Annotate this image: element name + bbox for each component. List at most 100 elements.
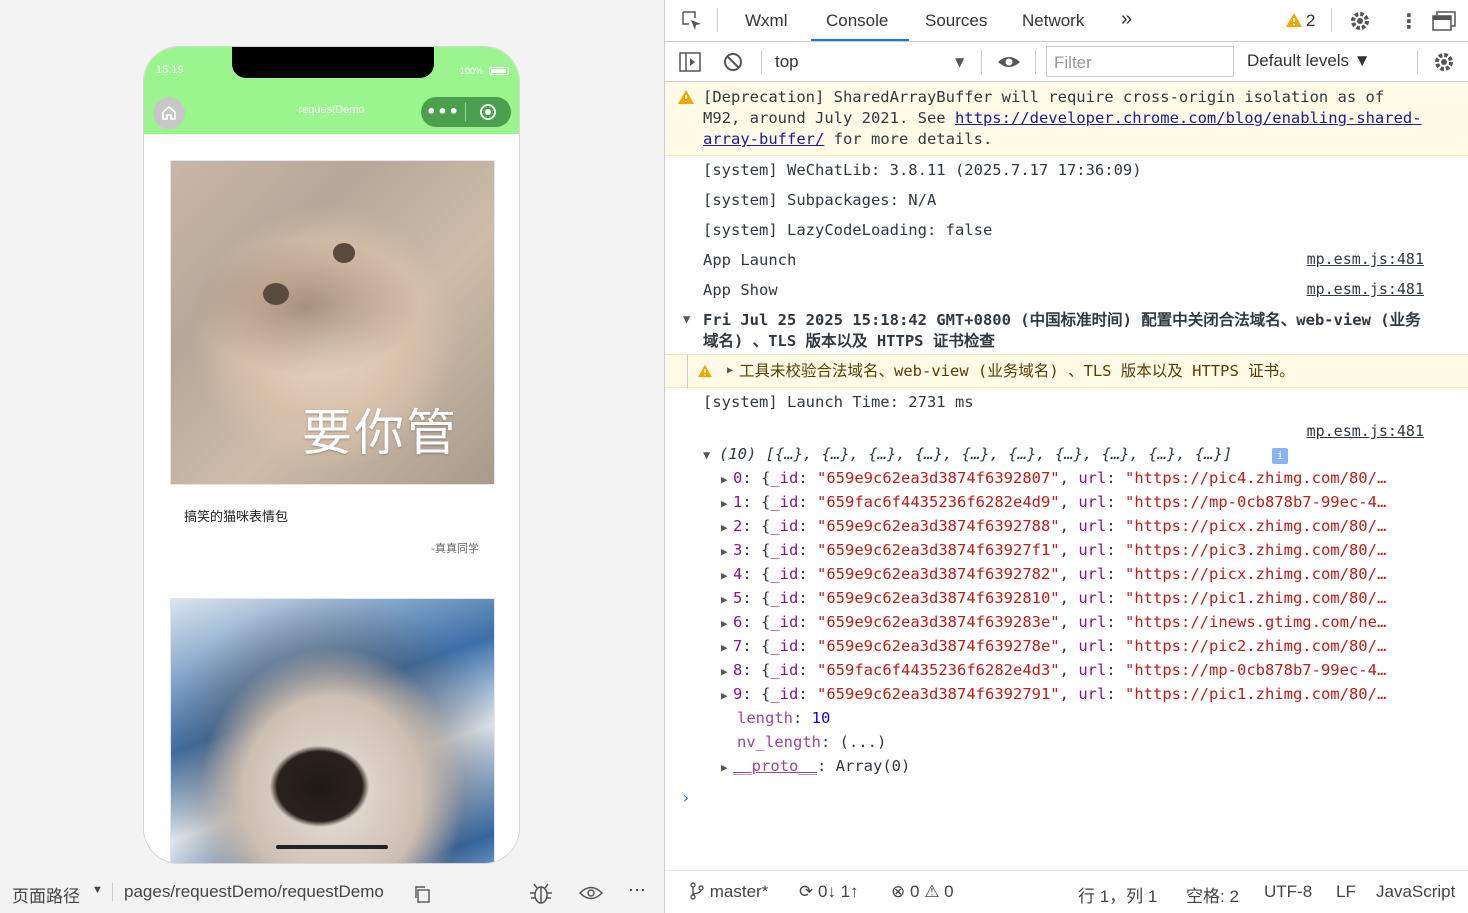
array-item-row[interactable]: ▶ 3: {_id: "659e9c62ea3d3874f63927f1", ur… <box>721 541 1468 559</box>
item-id: "659e9c62ea3d3874f6392791" <box>817 685 1060 703</box>
array-item-row[interactable]: ▶ 0: {_id: "659e9c62ea3d3874f6392807", ur… <box>721 469 1468 487</box>
warning-icon[interactable] <box>1285 12 1303 32</box>
error-icon: ⊗ <box>891 882 906 901</box>
tab-sources[interactable]: Sources <box>925 11 987 31</box>
item-url-key: url <box>1078 613 1107 631</box>
expand-triangle-icon[interactable]: ▶ <box>721 593 733 606</box>
array-item-row[interactable]: ▶ 2: {_id: "659e9c62ea3d3874f6392788", ur… <box>721 517 1468 535</box>
image-caption: 要你管 <box>302 404 458 462</box>
filter-input[interactable]: Filter <box>1046 46 1234 77</box>
array-prop-row[interactable]: ▶ __proto__: Array(0) <box>721 757 1468 775</box>
more-icon[interactable]: ⋯ <box>628 880 647 901</box>
target-icon <box>480 104 496 120</box>
item-url: "https://mp-0cb878b7-99ec-4… <box>1125 493 1387 511</box>
expand-triangle-icon[interactable]: ▶ <box>721 473 733 486</box>
expand-triangle-icon[interactable]: ▼ <box>703 448 710 462</box>
prop-value[interactable]: (...) <box>840 733 887 751</box>
array-item-row[interactable]: ▶ 7: {_id: "659e9c62ea3d3874f639278e", ur… <box>721 637 1468 655</box>
array-item-row[interactable]: ▶ 9: {_id: "659e9c62ea3d3874f6392791", ur… <box>721 685 1468 703</box>
chevron-down-icon[interactable]: ▼ <box>92 884 103 896</box>
expand-triangle-icon[interactable]: ▼ <box>683 312 690 326</box>
git-branch[interactable]: master* <box>689 882 768 902</box>
expand-triangle-icon[interactable]: ▶ <box>721 617 733 630</box>
copy-icon[interactable] <box>413 885 431 908</box>
item-id-key: _id <box>770 589 799 607</box>
item-id: "659e9c62ea3d3874f639283e" <box>817 613 1060 631</box>
language-mode[interactable]: JavaScript <box>1376 882 1455 902</box>
encoding[interactable]: UTF-8 <box>1264 882 1312 902</box>
more-tabs-button[interactable]: » <box>1121 8 1132 31</box>
expand-triangle-icon[interactable]: ▶ <box>721 497 733 510</box>
info-icon[interactable]: i <box>1272 448 1288 464</box>
array-item-row[interactable]: ▶ 6: {_id: "659e9c62ea3d3874f639283e", ur… <box>721 613 1468 631</box>
bug-icon[interactable] <box>528 881 554 910</box>
tab-wxml[interactable]: Wxml <box>745 11 787 31</box>
nav-bar: requestDemo ••• <box>144 89 519 134</box>
inspect-icon[interactable] <box>681 10 703 36</box>
console-prompt[interactable]: › <box>681 788 691 807</box>
item-id: "659e9c62ea3d3874f6392810" <box>817 589 1060 607</box>
item-url-key: url <box>1078 661 1107 679</box>
array-prop-row: length: 10 <box>737 709 831 727</box>
cat-eye-left <box>263 283 289 305</box>
prop-key: length <box>737 709 793 727</box>
line-ending[interactable]: LF <box>1336 882 1356 902</box>
console-message: [system] LazyCodeLoading: false <box>703 221 993 239</box>
sidebar-toggle-icon[interactable] <box>679 52 701 76</box>
array-item-row[interactable]: ▶ 8: {_id: "659fac6f4435236f6282e4d3", ur… <box>721 661 1468 679</box>
console-settings-icon[interactable] <box>1433 51 1455 77</box>
problems-status[interactable]: ⊗ 0 ⚠ 0 <box>891 882 954 902</box>
indent-setting[interactable]: 空格: 2 <box>1186 882 1239 907</box>
source-link[interactable]: mp.esm.js:481 <box>1307 250 1424 268</box>
array-item-row[interactable]: ▶ 1: {_id: "659fac6f4435236f6282e4d9", ur… <box>721 493 1468 511</box>
item-id-key: _id <box>770 517 799 535</box>
source-link[interactable]: mp.esm.js:481 <box>1307 280 1424 298</box>
expand-triangle-icon[interactable]: ▶ <box>721 689 733 702</box>
warning-count[interactable]: 2 <box>1306 11 1315 31</box>
expand-triangle-icon[interactable]: ▶ <box>721 641 733 654</box>
item-id: "659e9c62ea3d3874f6392788" <box>817 517 1060 535</box>
chevron-down-icon[interactable]: ▼ <box>955 55 964 69</box>
group-indent-line <box>687 355 688 389</box>
dog-image[interactable] <box>170 598 495 863</box>
item-url: "https://picx.zhimg.com/80/… <box>1125 565 1387 583</box>
source-link[interactable]: mp.esm.js:481 <box>1307 422 1424 440</box>
expand-triangle-icon[interactable]: ▶ <box>721 665 733 678</box>
context-selector[interactable]: top <box>775 52 799 72</box>
divider <box>1035 50 1036 74</box>
eye-icon[interactable] <box>578 884 604 907</box>
expand-triangle-icon[interactable]: ▶ <box>721 569 733 582</box>
console-message: [Deprecation] SharedArrayBuffer will req… <box>703 87 1428 150</box>
sync-icon: ⟳ <box>799 882 814 901</box>
log-levels-dropdown[interactable]: Default levels ▼ <box>1247 51 1371 71</box>
settings-icon[interactable] <box>1349 10 1371 36</box>
expand-triangle-icon[interactable]: ▶ <box>721 761 733 774</box>
tab-console[interactable]: Console <box>826 11 888 31</box>
item-index: 9 <box>733 685 743 703</box>
item-index: 4 <box>733 565 743 583</box>
array-item-row[interactable]: ▶ 4: {_id: "659e9c62ea3d3874f6392782", ur… <box>721 565 1468 583</box>
console-output[interactable]: [Deprecation] SharedArrayBuffer will req… <box>665 82 1468 870</box>
expand-triangle-icon[interactable]: ▶ <box>727 365 733 376</box>
item-url-key: url <box>1078 565 1107 583</box>
cat-meme-image[interactable]: 要你管 <box>170 160 495 485</box>
dock-icon[interactable] <box>1431 10 1457 36</box>
clear-console-icon[interactable] <box>723 52 743 76</box>
item-url: "https://inews.gtimg.com/ne… <box>1125 613 1387 631</box>
cursor-position[interactable]: 行 1，列 1 <box>1078 882 1157 907</box>
cat-eye-right <box>333 243 355 263</box>
item-url: "https://picx.zhimg.com/80/… <box>1125 517 1387 535</box>
item-id-key: _id <box>770 541 799 559</box>
sync-status[interactable]: ⟳ 0↓ 1↑ <box>799 882 859 902</box>
eye-icon[interactable] <box>997 53 1021 75</box>
expand-triangle-icon[interactable]: ▶ <box>721 521 733 534</box>
card-title: 搞笑的猫咪表情包 <box>184 510 289 525</box>
page-path-label[interactable]: 页面路径 <box>12 882 80 907</box>
page-content[interactable]: 要你管 搞笑的猫咪表情包 -真真同学 <box>144 134 519 863</box>
tab-network[interactable]: Network <box>1022 11 1084 31</box>
array-item-row[interactable]: ▶ 5: {_id: "659e9c62ea3d3874f6392810", ur… <box>721 589 1468 607</box>
close-button[interactable] <box>466 103 510 121</box>
more-button[interactable]: ••• <box>421 97 465 127</box>
kebab-menu-icon[interactable]: ⋮ <box>1399 9 1419 33</box>
expand-triangle-icon[interactable]: ▶ <box>721 545 733 558</box>
